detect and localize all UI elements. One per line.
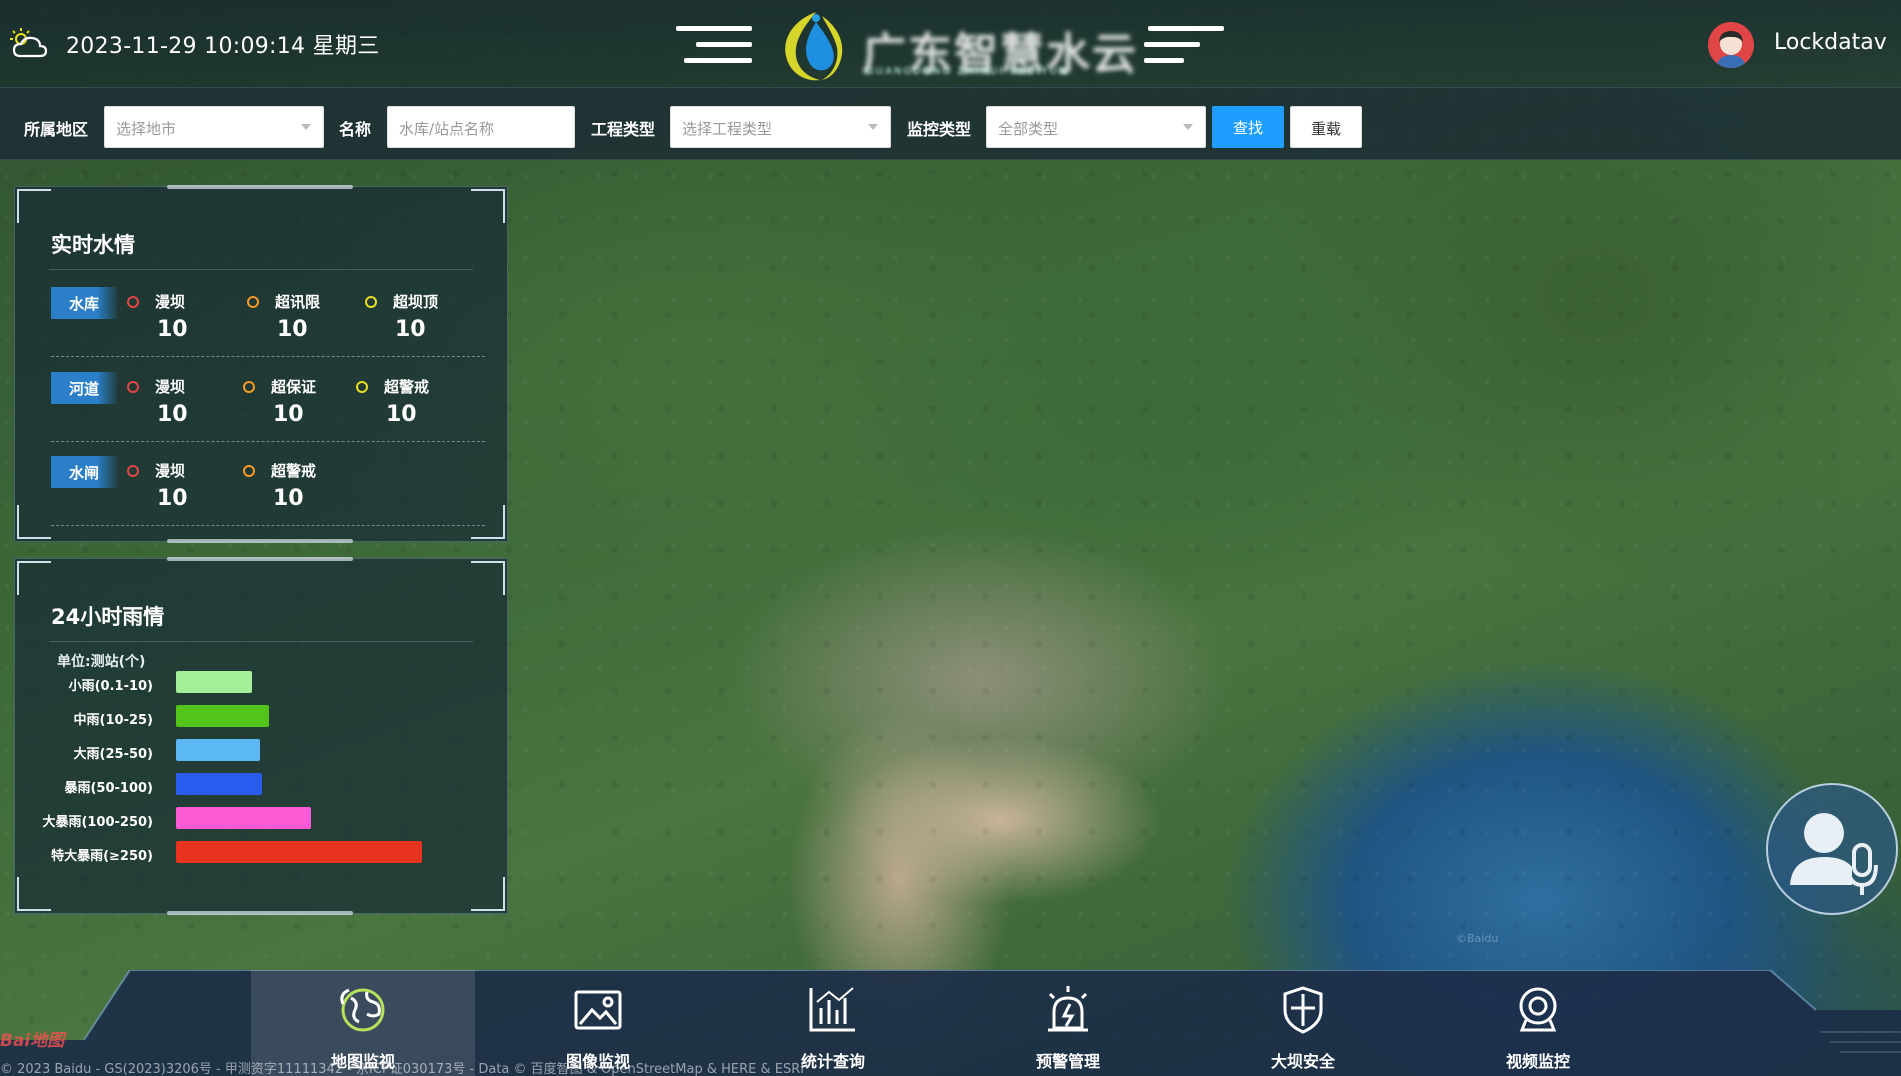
rain-bar[interactable] bbox=[176, 773, 262, 795]
item-value: 10 bbox=[273, 402, 304, 427]
rain-bar[interactable] bbox=[176, 671, 252, 693]
logo-deco-right bbox=[1144, 26, 1224, 68]
item-name: 漫坝 bbox=[155, 462, 186, 480]
name-input-placeholder: 水库/站点名称 bbox=[399, 120, 495, 138]
item-name: 超坝顶 bbox=[393, 293, 439, 311]
status-dot-orange bbox=[243, 465, 255, 477]
status-dot-orange bbox=[243, 381, 255, 393]
image-icon bbox=[574, 990, 622, 1030]
item-value: 10 bbox=[157, 317, 188, 342]
chevron-down-icon bbox=[301, 124, 311, 130]
logo-subtitle: GUANGDONG ZHIHUI SHUIYUN bbox=[866, 66, 1069, 77]
rain-bar-label: 特大暴雨(≥250) bbox=[51, 849, 153, 864]
voice-person-icon bbox=[1790, 813, 1878, 895]
item-name: 超保证 bbox=[271, 378, 317, 396]
panel-title: 24小时雨情 bbox=[51, 605, 165, 629]
nav-label: 视频监控 bbox=[1505, 1052, 1570, 1071]
rain-bar-row: 大雨(25-50) bbox=[15, 739, 495, 765]
item-value: 10 bbox=[386, 402, 417, 427]
project-type-placeholder: 选择工程类型 bbox=[682, 120, 773, 138]
rain-bar-label: 大雨(25-50) bbox=[73, 747, 153, 762]
chart-icon bbox=[809, 987, 855, 1032]
item-name: 漫坝 bbox=[155, 293, 186, 311]
status-dot-red bbox=[127, 465, 139, 477]
item-value: 10 bbox=[273, 486, 304, 511]
project-type-label: 工程类型 bbox=[591, 120, 656, 139]
user-avatar-icon bbox=[1708, 22, 1754, 68]
status-dot-red bbox=[127, 381, 139, 393]
panel-title: 实时水情 bbox=[51, 233, 135, 257]
cloudy-sun-icon bbox=[10, 28, 48, 58]
status-dot-red bbox=[127, 296, 139, 308]
item-name: 漫坝 bbox=[155, 378, 186, 396]
user-avatar[interactable] bbox=[1708, 22, 1754, 68]
monitor-type-label: 监控类型 bbox=[907, 120, 972, 139]
rain-bar-label: 大暴雨(100-250) bbox=[42, 815, 153, 830]
nav-label: 预警管理 bbox=[1035, 1052, 1100, 1071]
baidu-map-logo[interactable]: Bai地图 bbox=[0, 1026, 78, 1056]
username[interactable]: Lockdatav bbox=[1774, 30, 1887, 55]
rain-bar-row: 中雨(10-25) bbox=[15, 705, 495, 731]
rain-bar[interactable] bbox=[176, 739, 260, 761]
status-dot-yellow bbox=[365, 296, 377, 308]
nav-label: 大坝安全 bbox=[1270, 1052, 1335, 1071]
item-name: 超讯限 bbox=[275, 293, 321, 311]
rain-bar-row: 小雨(0.1-10) bbox=[15, 671, 495, 697]
water-drop-logo-icon bbox=[785, 12, 843, 81]
search-button[interactable]: 查找 bbox=[1212, 106, 1284, 148]
status-dot-orange bbox=[247, 296, 259, 308]
rain-bar-row: 暴雨(50-100) bbox=[15, 773, 495, 799]
chevron-down-icon bbox=[868, 124, 878, 130]
item-name: 超警戒 bbox=[384, 378, 430, 396]
reservoir-row: 水库 漫坝 10 超讯限 10 超坝顶 10 bbox=[51, 281, 485, 357]
item-value: 10 bbox=[395, 317, 426, 342]
rain-bar-row: 特大暴雨(≥250) bbox=[15, 841, 495, 867]
shield-icon bbox=[1283, 986, 1323, 1034]
nav-warning[interactable]: 预警管理 bbox=[956, 970, 1180, 1076]
camera-icon bbox=[1519, 987, 1557, 1032]
filter-bar: 所属地区 选择地市 名称 水库/站点名称 工程类型 选择工程类型 监控类型 全部… bbox=[0, 88, 1901, 160]
map-attribution: © 2023 Baidu - GS(2023)3206号 - 甲测资字11111… bbox=[0, 1062, 805, 1076]
monitor-type-placeholder: 全部类型 bbox=[998, 120, 1059, 138]
status-dot-yellow bbox=[356, 381, 368, 393]
map-watermark: ©Baidu bbox=[1456, 932, 1499, 945]
project-type-select[interactable]: 选择工程类型 bbox=[670, 106, 891, 148]
item-value: 10 bbox=[277, 317, 308, 342]
region-label: 所属地区 bbox=[24, 120, 89, 139]
region-select-placeholder: 选择地市 bbox=[116, 120, 177, 138]
rain-bar[interactable] bbox=[176, 705, 269, 727]
region-select[interactable]: 选择地市 bbox=[104, 106, 324, 148]
rain-bar[interactable] bbox=[176, 841, 422, 863]
name-label: 名称 bbox=[339, 120, 372, 139]
monitor-type-select[interactable]: 全部类型 bbox=[986, 106, 1206, 148]
nav-video-monitor[interactable]: 视频监控 bbox=[1426, 970, 1650, 1076]
logo-deco-left bbox=[676, 26, 756, 68]
river-row: 河道 漫坝 10 超保证 10 超警戒 10 bbox=[51, 366, 485, 442]
name-input[interactable]: 水库/站点名称 bbox=[387, 106, 575, 148]
rain-bar-label: 中雨(10-25) bbox=[73, 713, 153, 728]
voice-assistant-button[interactable] bbox=[1766, 783, 1898, 915]
sluice-row: 水闸 漫坝 10 超警戒 10 bbox=[51, 450, 485, 526]
item-name: 超警戒 bbox=[271, 462, 317, 480]
app-logo: 广东智慧水云 GUANGDONG ZHIHUI SHUIYUN bbox=[676, 6, 1236, 84]
chevron-down-icon bbox=[1183, 124, 1193, 130]
rain-bar-label: 小雨(0.1-10) bbox=[68, 679, 153, 694]
rain-24h-panel: 24小时雨情 单位:测站(个) 小雨(0.1-10) 中雨(10-25) 大雨(25… bbox=[14, 557, 508, 915]
rain-bar-label: 暴雨(50-100) bbox=[64, 781, 153, 796]
alarm-icon bbox=[1048, 986, 1088, 1032]
item-value: 10 bbox=[157, 486, 188, 511]
reservoir-tag: 水库 bbox=[51, 287, 117, 319]
rain-unit-label: 单位:测站(个) bbox=[57, 654, 146, 670]
sluice-tag: 水闸 bbox=[51, 456, 117, 488]
nav-dam-safety[interactable]: 大坝安全 bbox=[1191, 970, 1415, 1076]
item-value: 10 bbox=[157, 402, 188, 427]
realtime-water-panel: 实时水情 水库 漫坝 10 超讯限 10 超坝顶 10 河道 漫坝 10 超保证… bbox=[14, 185, 508, 543]
river-tag: 河道 bbox=[51, 372, 117, 404]
rain-bar-row: 大暴雨(100-250) bbox=[15, 807, 495, 833]
rain-bar[interactable] bbox=[176, 807, 311, 829]
globe-icon bbox=[340, 988, 385, 1032]
datetime: 2023-11-29 10:09:14 星期三 bbox=[66, 34, 380, 59]
top-header: 2023-11-29 10:09:14 星期三 广东智慧水云 GUANGDONG… bbox=[0, 0, 1901, 88]
reset-button[interactable]: 重载 bbox=[1290, 106, 1362, 148]
